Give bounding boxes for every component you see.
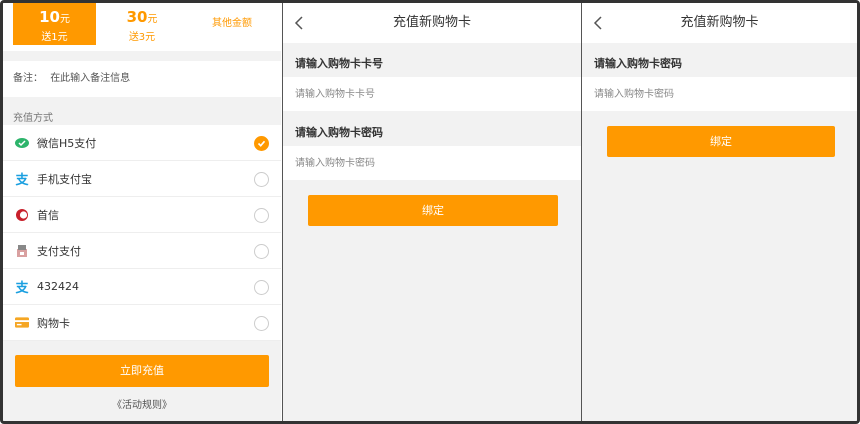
radio-unchecked-icon[interactable]	[254, 280, 269, 295]
page-title: 充值新购物卡	[680, 15, 759, 30]
back-arrow-icon[interactable]	[291, 15, 307, 31]
bind-button[interactable]: 绑定	[607, 126, 835, 157]
radio-unchecked-icon[interactable]	[254, 172, 269, 187]
card-password-label: 请输入购物卡密码	[295, 126, 383, 139]
remark-label: 备注：	[13, 73, 43, 84]
alipay-icon: 支	[15, 173, 29, 188]
payment-method-list: 微信H5支付 支 手机支付宝 首信 支付支付 支 432424 购物卡	[3, 125, 281, 341]
payment-method-label: 微信H5支付	[37, 136, 97, 150]
card-icon	[15, 316, 29, 330]
bind-button[interactable]: 绑定	[308, 195, 558, 226]
payment-method-label: 432424	[37, 280, 79, 293]
activity-rules-link[interactable]: 《活动规则》	[3, 396, 281, 411]
amount-value: 30	[126, 8, 148, 26]
payment-method-card[interactable]: 购物卡	[3, 305, 281, 341]
card-password-label: 请输入购物卡密码	[594, 57, 682, 70]
payment-method-label: 首信	[37, 208, 59, 222]
new-card-password-panel: 充值新购物卡 请输入购物卡密码 绑定	[581, 3, 857, 421]
card-password-input[interactable]	[582, 77, 857, 111]
amount-bonus: 送1元	[41, 32, 68, 43]
card-number-label: 请输入购物卡卡号	[295, 57, 383, 70]
alipay-icon: 支	[15, 281, 29, 296]
shouxin-icon	[15, 208, 29, 222]
payment-method-alipay[interactable]: 支 手机支付宝	[3, 161, 281, 197]
page-header: 充值新购物卡	[582, 3, 857, 43]
recharge-now-button[interactable]: 立即充值	[15, 355, 269, 387]
screenshot-frame: 10元 送1元 30元 送3元 其他金额 备注： 在此输入备注信息 充值方式 微…	[0, 0, 860, 424]
remark-input[interactable]: 在此输入备注信息	[50, 73, 130, 84]
page-title: 充值新购物卡	[392, 15, 471, 30]
payment-section-label: 充值方式	[13, 113, 53, 124]
card-number-input[interactable]	[283, 77, 581, 111]
payment-method-label: 支付支付	[37, 244, 81, 258]
back-arrow-icon[interactable]	[590, 15, 606, 31]
wechat-pay-icon	[15, 136, 29, 150]
payment-method-shouxin[interactable]: 首信	[3, 197, 281, 233]
amount-option-30[interactable]: 30元 送3元	[103, 3, 181, 45]
amount-option-10[interactable]: 10元 送1元	[13, 3, 96, 45]
page-header: 充值新购物卡	[283, 3, 581, 43]
payment-method-wechat[interactable]: 微信H5支付	[3, 125, 281, 161]
remark-row[interactable]: 备注： 在此输入备注信息	[3, 61, 281, 97]
payment-method-label: 购物卡	[37, 316, 70, 330]
amount-unit: 元	[147, 14, 158, 25]
radio-unchecked-icon[interactable]	[254, 208, 269, 223]
radio-unchecked-icon[interactable]	[254, 316, 269, 331]
new-card-panel: 充值新购物卡 请输入购物卡卡号 请输入购物卡密码 绑定	[282, 3, 581, 421]
payment-method-432424[interactable]: 支 432424	[3, 269, 281, 305]
amount-bonus: 送3元	[128, 32, 156, 43]
card-password-input[interactable]	[283, 146, 581, 180]
payment-method-label: 手机支付宝	[37, 172, 92, 186]
recharge-panel: 10元 送1元 30元 送3元 其他金额 备注： 在此输入备注信息 充值方式 微…	[3, 3, 281, 421]
amount-unit: 元	[59, 14, 70, 25]
amount-value: 10	[39, 8, 60, 26]
pay-box-icon	[15, 244, 29, 258]
amount-options: 10元 送1元 30元 送3元 其他金额	[3, 3, 281, 51]
payment-method-paybox[interactable]: 支付支付	[3, 233, 281, 269]
radio-checked-icon[interactable]	[254, 136, 269, 151]
radio-unchecked-icon[interactable]	[254, 244, 269, 259]
other-amount-button[interactable]: 其他金额	[199, 3, 265, 45]
